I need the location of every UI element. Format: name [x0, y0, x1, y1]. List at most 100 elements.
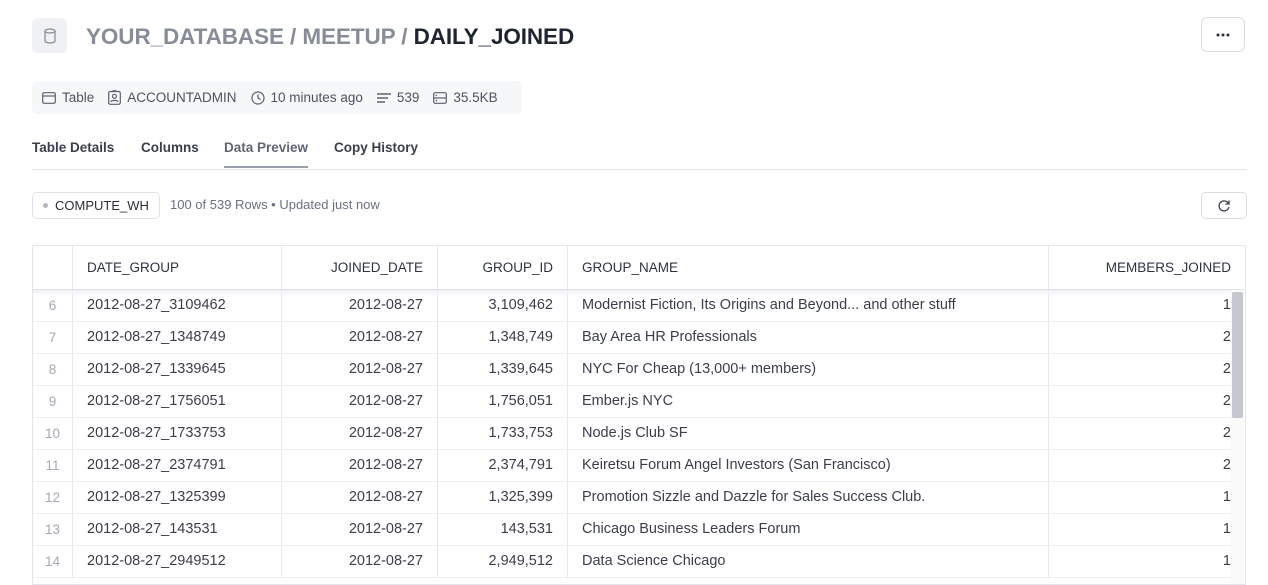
- row-number-header: [33, 246, 73, 289]
- more-options-button[interactable]: [1201, 17, 1245, 52]
- meta-type: Table: [42, 90, 94, 105]
- cell-group-name[interactable]: Promotion Sizzle and Dazzle for Sales Su…: [568, 482, 1049, 513]
- table-name: DAILY_JOINED: [413, 24, 575, 49]
- meta-size-label: 35.5KB: [453, 90, 498, 105]
- cell-date-group[interactable]: 2012-08-27_1733753: [73, 418, 282, 449]
- data-preview-table: DATE_GROUP JOINED_DATE GROUP_ID GROUP_NA…: [32, 245, 1246, 585]
- meta-owner-label: ACCOUNTADMIN: [127, 90, 237, 105]
- cell-group-id[interactable]: 1,756,051: [438, 386, 568, 417]
- refresh-icon: [1218, 199, 1230, 212]
- tab-data-preview[interactable]: Data Preview: [224, 140, 309, 168]
- cell-date-group[interactable]: 2012-08-27_1325399: [73, 482, 282, 513]
- cell-group-name[interactable]: Keiretsu Forum Angel Investors (San Fran…: [568, 450, 1049, 481]
- cell-group-id[interactable]: 1,325,399: [438, 482, 568, 513]
- cell-group-name[interactable]: Data Science Chicago: [568, 546, 1049, 577]
- cell-joined-date[interactable]: 2012-08-27: [282, 450, 438, 481]
- table-row[interactable]: 9 2012-08-27_1756051 2012-08-27 1,756,051 Em…: [33, 386, 1231, 418]
- vertical-scrollbar-thumb[interactable]: [1232, 292, 1243, 418]
- cell-group-id[interactable]: 2,374,791: [438, 450, 568, 481]
- meta-modified-label: 10 minutes ago: [270, 90, 363, 105]
- row-number[interactable]: 12: [33, 482, 73, 513]
- cell-group-id[interactable]: 1,348,749: [438, 322, 568, 353]
- meta-type-label: Table: [62, 90, 95, 105]
- column-header-group-id[interactable]: GROUP_ID: [438, 246, 568, 289]
- cell-date-group[interactable]: 2012-08-27_2374791: [73, 450, 282, 481]
- row-number[interactable]: 10: [33, 418, 73, 449]
- table-row[interactable]: 13 2012-08-27_143531 2012-08-27 143,531 Chic…: [33, 514, 1231, 546]
- cell-members-joined[interactable]: 1: [1049, 482, 1245, 513]
- table-meta-bar: Table ACCOUNTADMIN 10 minutes ago 539 35…: [32, 81, 522, 114]
- cell-group-id[interactable]: 1,339,645: [438, 354, 568, 385]
- row-number[interactable]: 11: [33, 450, 73, 481]
- refresh-button[interactable]: [1201, 192, 1247, 219]
- tab-table-details[interactable]: Table Details: [32, 140, 114, 166]
- meta-modified: 10 minutes ago: [250, 90, 363, 105]
- table-row[interactable]: 10 2012-08-27_1733753 2012-08-27 1,733,753 N…: [33, 418, 1231, 450]
- cell-group-name[interactable]: Bay Area HR Professionals: [568, 322, 1049, 353]
- page-title: YOUR_DATABASE / MEETUP / DAILY_JOINED: [86, 21, 574, 53]
- meta-size: 35.5KB: [433, 90, 498, 105]
- cell-members-joined[interactable]: 2: [1049, 354, 1245, 385]
- warehouse-label: COMPUTE_WH: [55, 198, 149, 213]
- cell-joined-date[interactable]: 2012-08-27: [282, 546, 438, 577]
- cell-group-id[interactable]: 143,531: [438, 514, 568, 545]
- rows-icon: [376, 92, 391, 103]
- cell-joined-date[interactable]: 2012-08-27: [282, 482, 438, 513]
- cell-group-name[interactable]: Ember.js NYC: [568, 386, 1049, 417]
- cell-members-joined[interactable]: 2: [1049, 322, 1245, 353]
- cell-members-joined[interactable]: 2: [1049, 418, 1245, 449]
- row-number[interactable]: 7: [33, 322, 73, 353]
- cell-joined-date[interactable]: 2012-08-27: [282, 322, 438, 353]
- cell-date-group[interactable]: 2012-08-27_143531: [73, 514, 282, 545]
- breadcrumb-separator: /: [401, 24, 408, 49]
- column-header-members-joined[interactable]: MEMBERS_JOINED: [1049, 246, 1245, 289]
- cell-date-group[interactable]: 2012-08-27_2949512: [73, 546, 282, 577]
- cell-date-group[interactable]: 2012-08-27_1756051: [73, 386, 282, 417]
- column-header-group-name[interactable]: GROUP_NAME: [568, 246, 1049, 289]
- database-icon: [32, 18, 67, 53]
- cell-joined-date[interactable]: 2012-08-27: [282, 514, 438, 545]
- cell-group-id[interactable]: 1,733,753: [438, 418, 568, 449]
- warehouse-selector[interactable]: COMPUTE_WH: [32, 192, 160, 219]
- meta-rows: 539: [376, 90, 420, 105]
- column-header-date-group[interactable]: DATE_GROUP: [73, 246, 282, 289]
- table-icon: [42, 91, 56, 104]
- row-number[interactable]: 13: [33, 514, 73, 545]
- cell-members-joined[interactable]: 1: [1049, 514, 1245, 545]
- cell-members-joined[interactable]: 1: [1049, 546, 1245, 577]
- more-horizontal-icon: [1216, 33, 1230, 36]
- cell-joined-date[interactable]: 2012-08-27: [282, 386, 438, 417]
- cell-members-joined[interactable]: 2: [1049, 450, 1245, 481]
- table-header: DATE_GROUP JOINED_DATE GROUP_ID GROUP_NA…: [33, 246, 1244, 290]
- header-shadow: [33, 290, 1231, 296]
- tab-bar: Table Details Columns Data Preview Copy …: [32, 130, 1247, 170]
- cell-members-joined[interactable]: 2: [1049, 386, 1245, 417]
- table-row[interactable]: 11 2012-08-27_2374791 2012-08-27 2,374,791 K…: [33, 450, 1231, 482]
- cell-group-id[interactable]: 2,949,512: [438, 546, 568, 577]
- table-row[interactable]: 7 2012-08-27_1348749 2012-08-27 1,348,749 Ba…: [33, 322, 1231, 354]
- meta-owner: ACCOUNTADMIN: [108, 90, 237, 105]
- tab-copy-history[interactable]: Copy History: [334, 140, 418, 166]
- row-number[interactable]: 9: [33, 386, 73, 417]
- breadcrumb-schema[interactable]: MEETUP: [302, 24, 395, 49]
- table-row[interactable]: 12 2012-08-27_1325399 2012-08-27 1,325,399 P…: [33, 482, 1231, 514]
- table-row[interactable]: 8 2012-08-27_1339645 2012-08-27 1,339,645 NY…: [33, 354, 1231, 386]
- cell-date-group[interactable]: 2012-08-27_1348749: [73, 322, 282, 353]
- storage-icon: [433, 91, 448, 104]
- table-row[interactable]: 14 2012-08-27_2949512 2012-08-27 2,949,512 D…: [33, 546, 1231, 578]
- breadcrumb-separator: /: [290, 24, 297, 49]
- cell-date-group[interactable]: 2012-08-27_1339645: [73, 354, 282, 385]
- cell-joined-date[interactable]: 2012-08-27: [282, 418, 438, 449]
- row-number[interactable]: 14: [33, 546, 73, 577]
- cell-group-name[interactable]: Node.js Club SF: [568, 418, 1049, 449]
- row-number[interactable]: 8: [33, 354, 73, 385]
- cell-joined-date[interactable]: 2012-08-27: [282, 354, 438, 385]
- row-count-status: 100 of 539 Rows • Updated just now: [170, 197, 380, 212]
- tab-columns[interactable]: Columns: [141, 140, 199, 166]
- breadcrumb-database[interactable]: YOUR_DATABASE: [86, 24, 284, 49]
- column-header-joined-date[interactable]: JOINED_DATE: [282, 246, 438, 289]
- cell-group-name[interactable]: NYC For Cheap (13,000+ members): [568, 354, 1049, 385]
- status-dot-icon: [43, 203, 48, 208]
- meta-rows-label: 539: [396, 90, 420, 105]
- cell-group-name[interactable]: Chicago Business Leaders Forum: [568, 514, 1049, 545]
